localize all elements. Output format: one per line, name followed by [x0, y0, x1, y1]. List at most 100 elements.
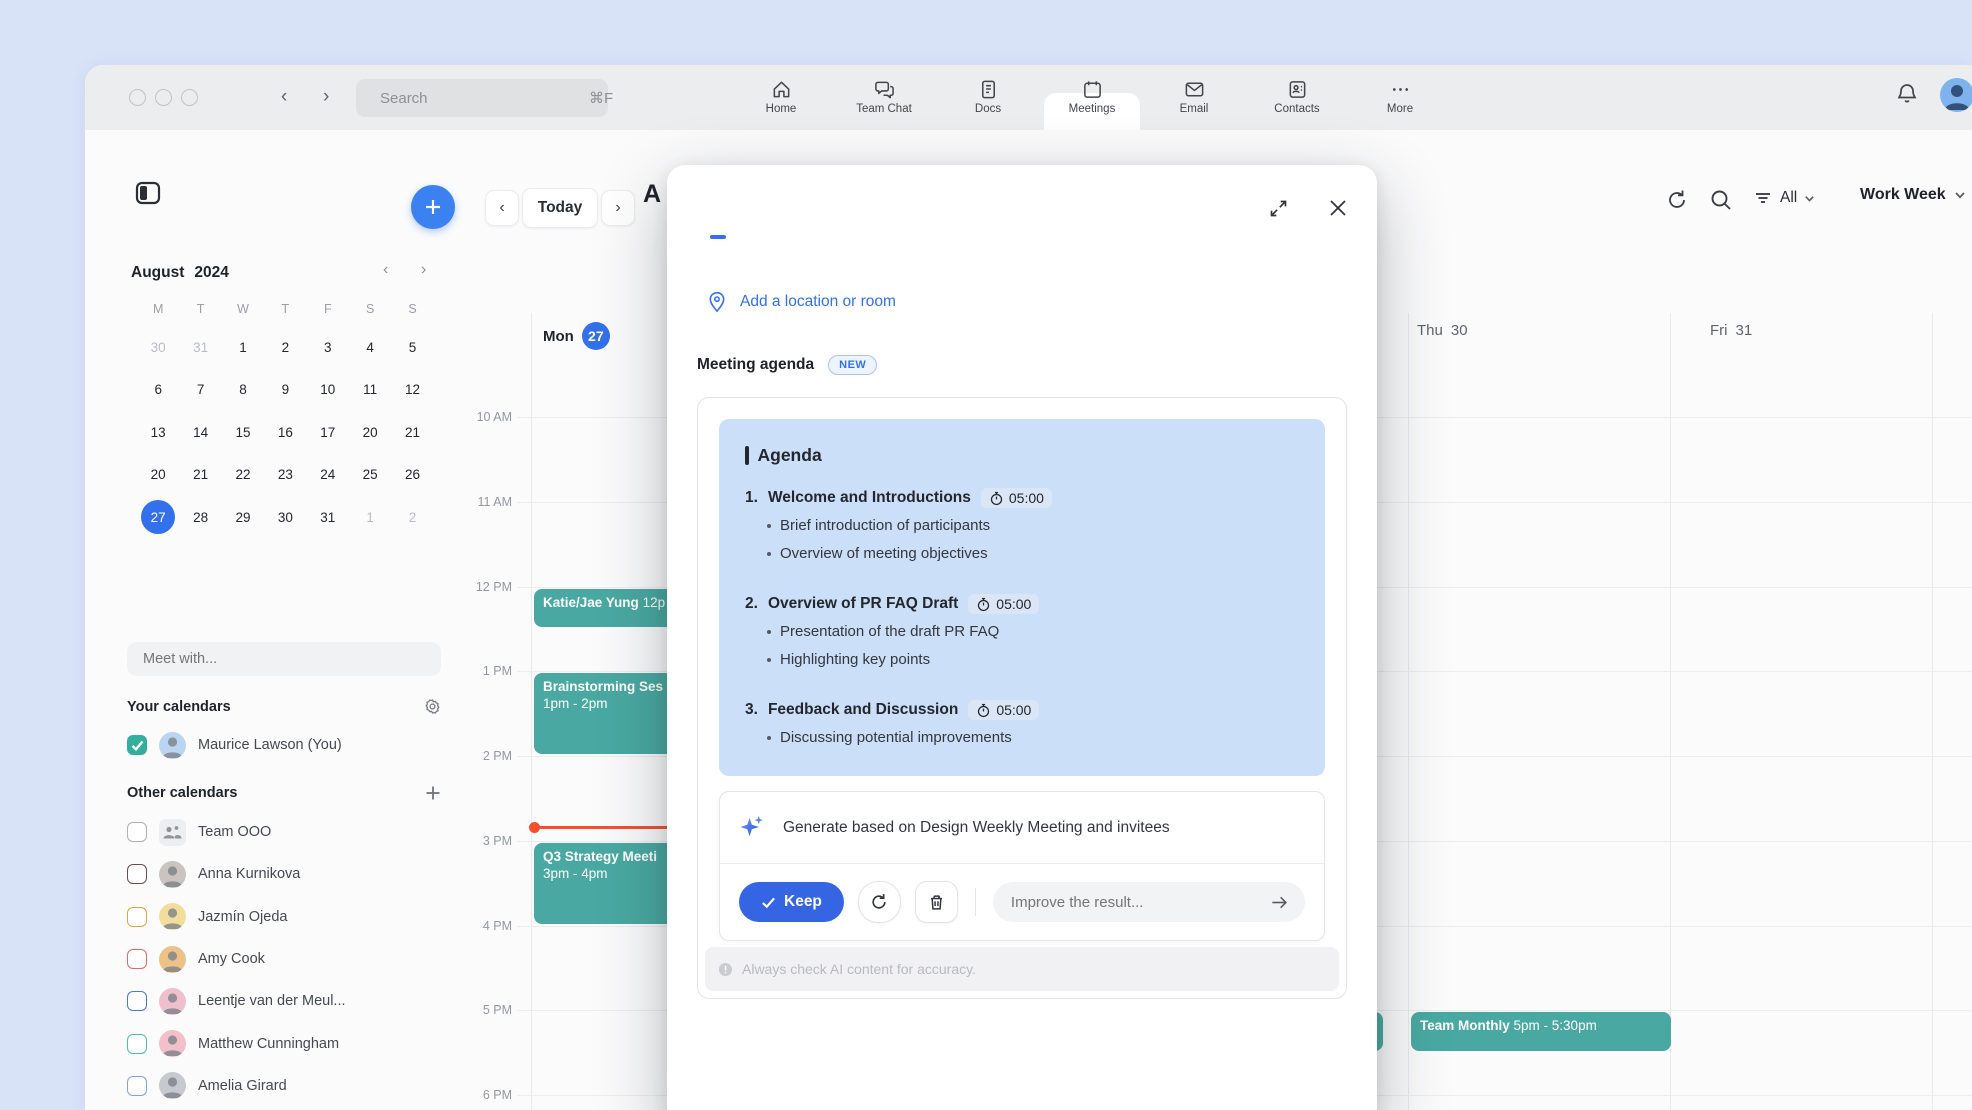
submit-arrow-icon[interactable] — [1270, 893, 1289, 912]
mini-calendar-day[interactable]: 28 — [179, 496, 221, 539]
nav-item-docs[interactable]: Docs — [936, 79, 1040, 130]
history-forward-icon[interactable]: › — [323, 86, 329, 108]
calendar-row-maurice-lawson-you-[interactable]: Maurice Lawson (You) — [127, 724, 342, 766]
nav-item-email[interactable]: Email — [1142, 79, 1246, 130]
delete-button[interactable] — [915, 881, 958, 923]
prev-week-button[interactable]: ‹ — [485, 190, 519, 226]
mini-calendar-day[interactable]: 3 — [307, 326, 349, 369]
nav-item-more[interactable]: More — [1348, 79, 1452, 130]
mini-calendar-day[interactable]: 31 — [179, 326, 221, 369]
expand-modal-icon[interactable] — [1265, 195, 1291, 221]
mini-calendar-day[interactable]: 30 — [264, 496, 306, 539]
mini-calendar-day[interactable]: 4 — [349, 326, 391, 369]
mini-calendar-day[interactable]: 25 — [349, 454, 391, 497]
mini-calendar-day[interactable]: 7 — [179, 369, 221, 412]
calendar-checkbox[interactable] — [127, 907, 147, 927]
mini-calendar-day[interactable]: 29 — [222, 496, 264, 539]
mini-calendar-day[interactable]: 9 — [264, 369, 306, 412]
mini-calendar-day[interactable]: 1 — [222, 326, 264, 369]
mini-calendar-next-icon[interactable]: › — [421, 261, 426, 279]
agenda-item-bullet: Highlighting key points — [767, 646, 1299, 674]
plus-icon — [423, 197, 443, 217]
add-calendar-plus-icon[interactable] — [425, 785, 441, 801]
event-team-monthly[interactable]: Team Monthly 5pm - 5:30pm — [1411, 1012, 1671, 1050]
user-avatar[interactable] — [1940, 78, 1972, 112]
mini-calendar-day[interactable]: 13 — [137, 411, 179, 454]
mini-calendar-day[interactable]: 20 — [137, 454, 179, 497]
refresh-view-icon[interactable] — [1665, 188, 1689, 212]
mini-calendar-day[interactable]: 22 — [222, 454, 264, 497]
calendar-checkbox[interactable] — [127, 822, 147, 842]
mini-calendar-day[interactable]: 2 — [264, 326, 306, 369]
calendar-row-amy-cook[interactable]: Amy Cook — [127, 938, 346, 980]
meet-with-field[interactable] — [127, 642, 441, 676]
filter-control[interactable]: All — [1753, 188, 1815, 208]
nav-item-meetings[interactable]: Meetings — [1040, 79, 1144, 130]
mini-calendar-day[interactable]: 24 — [307, 454, 349, 497]
calendar-checkbox[interactable] — [127, 1034, 147, 1054]
mini-calendar-day[interactable]: 5 — [391, 326, 433, 369]
calendar-checkbox[interactable] — [127, 949, 147, 969]
calendar-row-leentje-van-der-meul-[interactable]: Leentje van der Meul... — [127, 980, 346, 1022]
history-back-icon[interactable]: ‹ — [281, 86, 287, 108]
keep-button[interactable]: Keep — [739, 882, 844, 922]
window-control-zoom[interactable] — [181, 89, 198, 106]
calendar-row-matthew-cunningham[interactable]: Matthew Cunningham — [127, 1022, 346, 1064]
calendar-checkbox[interactable] — [127, 864, 147, 884]
sidebar-toggle-icon[interactable] — [133, 178, 163, 208]
calendar-search-icon[interactable] — [1709, 188, 1733, 212]
mini-calendar-day[interactable]: 20 — [349, 411, 391, 454]
hour-label: 2 PM — [442, 749, 512, 763]
mini-calendar-day[interactable]: 14 — [179, 411, 221, 454]
mini-calendar-day[interactable]: 23 — [264, 454, 306, 497]
close-modal-icon[interactable] — [1325, 195, 1351, 221]
bullet-dot — [767, 736, 771, 740]
calendar-settings-gear-icon[interactable] — [424, 698, 441, 715]
window-control-minimize[interactable] — [155, 89, 172, 106]
mini-calendar-day[interactable]: 27 — [137, 496, 179, 539]
mini-calendar-day[interactable]: 21 — [391, 411, 433, 454]
mini-calendar-day[interactable]: 21 — [179, 454, 221, 497]
notification-bell-icon[interactable] — [1895, 81, 1919, 105]
view-switcher[interactable]: Work Week — [1860, 186, 1966, 204]
mini-calendar-year: 2024 — [194, 264, 228, 282]
ai-sparkle-icon — [739, 814, 766, 841]
calendar-checkbox-checked[interactable] — [127, 735, 147, 755]
calendar-row-team-ooo[interactable]: Team OOO — [127, 811, 346, 853]
mini-calendar-day[interactable]: 1 — [349, 496, 391, 539]
improve-input[interactable] — [1009, 893, 1260, 912]
mini-calendar-day[interactable]: 30 — [137, 326, 179, 369]
global-search[interactable]: ⌘F — [356, 79, 608, 117]
mini-calendar-day[interactable]: 6 — [137, 369, 179, 412]
nav-item-contacts[interactable]: Contacts — [1245, 79, 1349, 130]
next-week-button[interactable]: › — [601, 190, 635, 226]
mini-calendar-day[interactable]: 11 — [349, 369, 391, 412]
mini-calendar-day[interactable]: 2 — [391, 496, 433, 539]
today-button[interactable]: Today — [522, 188, 598, 228]
nav-item-home[interactable]: Home — [729, 79, 833, 130]
mini-calendar-day[interactable]: 12 — [391, 369, 433, 412]
calendar-checkbox[interactable] — [127, 991, 147, 1011]
mini-calendar-day[interactable]: 10 — [307, 369, 349, 412]
agenda-item-number: 3. — [745, 701, 758, 719]
create-event-button[interactable] — [411, 185, 455, 229]
search-input[interactable] — [378, 89, 581, 108]
mini-calendar-day[interactable]: 31 — [307, 496, 349, 539]
mini-calendar-day[interactable]: 15 — [222, 411, 264, 454]
meet-with-input[interactable] — [141, 650, 427, 668]
calendar-checkbox[interactable] — [127, 1076, 147, 1096]
improve-field[interactable] — [993, 882, 1305, 922]
calendar-row-anna-kurnikova[interactable]: Anna Kurnikova — [127, 853, 346, 895]
nav-item-team-chat[interactable]: Team Chat — [832, 79, 936, 130]
regenerate-button[interactable] — [858, 881, 901, 923]
add-location-link[interactable]: Add a location or room — [740, 293, 896, 311]
mini-calendar-prev-icon[interactable]: ‹ — [383, 261, 388, 279]
calendar-row-jazm-n-ojeda[interactable]: Jazmín Ojeda — [127, 896, 346, 938]
mini-calendar-day[interactable]: 17 — [307, 411, 349, 454]
add-location-row[interactable]: Add a location or room — [707, 291, 896, 313]
mini-calendar-day[interactable]: 26 — [391, 454, 433, 497]
mini-calendar-day[interactable]: 8 — [222, 369, 264, 412]
window-control-close[interactable] — [129, 89, 146, 106]
mini-calendar-day[interactable]: 16 — [264, 411, 306, 454]
calendar-row-amelia-girard[interactable]: Amelia Girard — [127, 1065, 346, 1107]
